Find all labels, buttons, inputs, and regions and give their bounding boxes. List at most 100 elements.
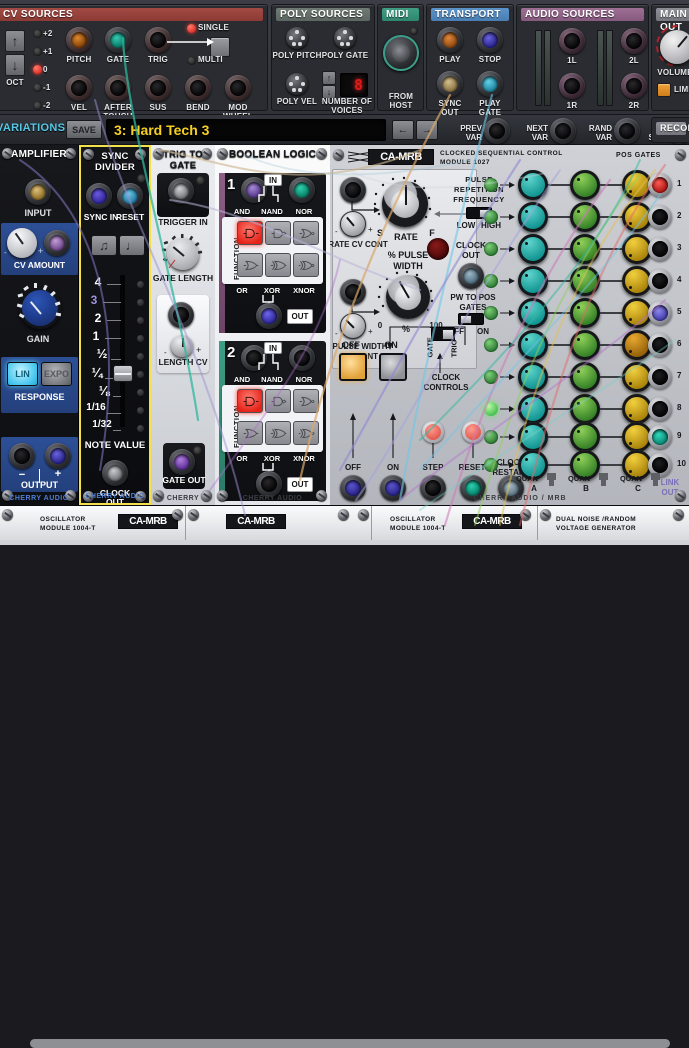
jack-1r[interactable] — [559, 73, 585, 99]
amp-cv-amount-knob[interactable] — [7, 228, 37, 258]
boolean-2-out-jack[interactable] — [256, 471, 282, 497]
boolean-1-out-jack[interactable] — [256, 303, 282, 329]
jack-sync-out[interactable] — [437, 71, 463, 97]
note-dotted-button[interactable]: ♩ — [119, 235, 145, 256]
jack-aftertouch[interactable] — [105, 75, 131, 101]
oct-led-minus1[interactable] — [33, 83, 42, 92]
boolean-2-gate-xor[interactable] — [265, 421, 291, 445]
jack-midi-from-host[interactable] — [383, 35, 419, 71]
oct-down-button[interactable]: ↓ — [5, 54, 25, 76]
length-cv-knob[interactable] — [171, 335, 193, 357]
seq-row-3-knob-a[interactable] — [518, 234, 548, 264]
seq-row-9-knob-a[interactable] — [518, 422, 548, 452]
rate-cv-in-jack[interactable] — [340, 177, 366, 203]
oct-up-button[interactable]: ↑ — [5, 30, 25, 52]
single-led[interactable] — [187, 24, 196, 33]
seq-pos-gate-2[interactable] — [648, 205, 672, 229]
seq-pos-gate-5[interactable] — [648, 301, 672, 325]
seq-row-7-knob-a[interactable] — [518, 362, 548, 392]
seq-row-4-knob-a[interactable] — [518, 266, 548, 296]
amp-output-minus-jack[interactable] — [9, 443, 35, 469]
note-value-slider-track[interactable] — [120, 275, 125, 427]
gate-out-jack[interactable] — [169, 449, 195, 475]
boolean-2-gate-or[interactable] — [237, 421, 263, 445]
jack-stop[interactable] — [477, 27, 503, 53]
bottom-module-4[interactable]: DUAL NOISE /RANDOM VOLTAGE GENERATOR — [538, 506, 689, 540]
seq-row-8-knob-a[interactable] — [518, 394, 548, 424]
boolean-1-gate-nand[interactable] — [265, 221, 291, 245]
response-expo-button[interactable]: EXPO — [41, 362, 72, 386]
seq-on-jack[interactable] — [380, 475, 406, 501]
seq-row-5-knob-a[interactable] — [518, 298, 548, 328]
jack-sus[interactable] — [145, 75, 171, 101]
save-variation-button[interactable]: SAVE — [66, 120, 102, 139]
seq-row-2-knob-b[interactable] — [570, 202, 600, 232]
limiter-button[interactable] — [657, 83, 671, 97]
seq-row-4-knob-b[interactable] — [570, 266, 600, 296]
jack-poly-vel[interactable] — [286, 73, 308, 95]
pulse-width-cv-in-jack[interactable] — [340, 279, 366, 305]
seq-lamp-on[interactable] — [379, 353, 407, 381]
sync-in-jack[interactable] — [86, 183, 112, 209]
volume-knob[interactable] — [660, 30, 689, 64]
seq-row-6-knob-b[interactable] — [570, 330, 600, 360]
boolean-2-gate-and[interactable] — [237, 389, 263, 413]
rate-cv-cont-knob[interactable] — [340, 211, 366, 237]
oct-led-plus2[interactable] — [33, 29, 42, 38]
prev-var-knob[interactable] — [484, 118, 510, 144]
seq-pos-gate-4[interactable] — [648, 269, 672, 293]
boolean-1-gate-nor[interactable] — [293, 221, 319, 245]
jack-play-gate[interactable] — [477, 71, 503, 97]
boolean-1-gate-or[interactable] — [237, 253, 263, 277]
variation-next-arrow[interactable]: → — [416, 120, 438, 140]
bottom-module-2[interactable]: CA-MRB — [186, 506, 372, 540]
boolean-1-gate-and[interactable] — [237, 221, 263, 245]
bottom-module-3[interactable]: OSCILLATOR MODULE 1004-T CA-MRB — [372, 506, 538, 540]
seq-row-1-knob-a[interactable] — [518, 170, 548, 200]
amp-cv-jack[interactable] — [44, 230, 70, 256]
jack-gate[interactable] — [105, 27, 131, 53]
jack-2l[interactable] — [621, 28, 647, 54]
trigger-in-jack[interactable] — [168, 178, 194, 204]
boolean-2-gate-xnor[interactable] — [293, 421, 319, 445]
seq-row-2-knob-a[interactable] — [518, 202, 548, 232]
seq-row-5-knob-b[interactable] — [570, 298, 600, 328]
jack-2r[interactable] — [621, 73, 647, 99]
seq-pos-gate-3[interactable] — [648, 237, 672, 261]
seq-pos-gate-9[interactable] — [648, 425, 672, 449]
jack-play[interactable] — [437, 27, 463, 53]
bottom-module-1[interactable]: OSCILLATOR MODULE 1004-T CA-MRB — [0, 506, 186, 540]
seq-off-jack[interactable] — [340, 475, 366, 501]
variation-display[interactable]: 3: Hard Tech 3 — [106, 119, 386, 141]
jack-bend[interactable] — [185, 75, 211, 101]
boolean-2-gate-nand[interactable] — [265, 389, 291, 413]
seq-pos-gate-1[interactable] — [648, 173, 672, 197]
step-button[interactable] — [422, 421, 444, 443]
seq-row-6-knob-a[interactable] — [518, 330, 548, 360]
oct-led-zero[interactable] — [33, 65, 42, 74]
seq-clock-out-jack[interactable] — [458, 263, 484, 289]
boolean-1-gate-xor[interactable] — [265, 253, 291, 277]
jack-poly-gate[interactable] — [334, 27, 356, 49]
variation-prev-arrow[interactable]: ← — [392, 120, 414, 140]
seq-lamp-off[interactable] — [339, 353, 367, 381]
boolean-1-gate-xnor[interactable] — [293, 253, 319, 277]
note-value-slider-handle[interactable] — [113, 365, 133, 382]
reset-button[interactable] — [462, 421, 484, 443]
jack-1l[interactable] — [559, 28, 585, 54]
note-triplet-button[interactable]: ♫ — [91, 235, 117, 256]
oct-led-minus2[interactable] — [33, 101, 42, 110]
next-var-knob[interactable] — [550, 118, 576, 144]
length-cv-jack[interactable] — [168, 302, 194, 328]
seq-row-1-knob-b[interactable] — [570, 170, 600, 200]
seq-row-8-knob-b[interactable] — [570, 394, 600, 424]
jack-modwheel[interactable] — [225, 75, 251, 101]
seq-row-9-knob-b[interactable] — [570, 422, 600, 452]
multi-led[interactable] — [187, 56, 196, 65]
voices-up-button[interactable]: ↑ — [322, 71, 336, 85]
reset-jack[interactable] — [117, 183, 143, 209]
boolean-2-gate-nor[interactable] — [293, 389, 319, 413]
jack-vel[interactable] — [66, 75, 92, 101]
seq-row-7-knob-b[interactable] — [570, 362, 600, 392]
oct-led-plus1[interactable] — [33, 47, 42, 56]
